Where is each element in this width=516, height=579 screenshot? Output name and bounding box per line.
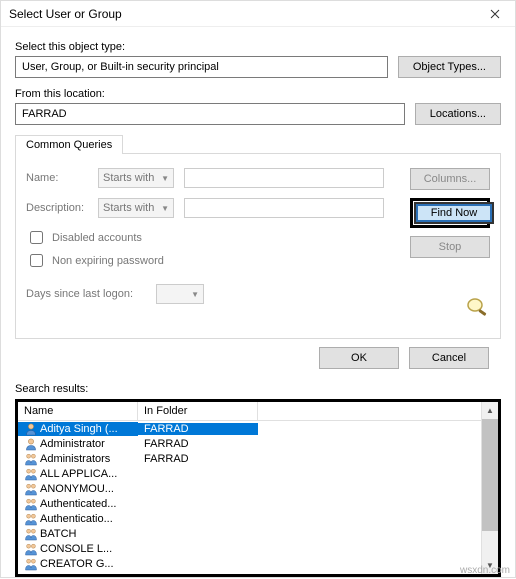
group-icon [24,452,38,466]
name-filter-label: Name: [26,172,88,184]
columns-button[interactable]: Columns... [410,168,490,190]
cancel-button[interactable]: Cancel [409,347,489,369]
table-row[interactable]: BATCH [18,526,481,541]
chevron-down-icon: ▼ [191,290,199,299]
result-name: Administrator [40,438,105,450]
search-icon [462,296,490,318]
scrollbar-thumb[interactable] [482,419,498,531]
result-name: BATCH [40,528,76,540]
locations-button[interactable]: Locations... [415,103,501,125]
table-row[interactable]: CONSOLE L... [18,541,481,556]
group-icon [24,512,38,526]
result-name: CONSOLE L... [40,543,112,555]
column-folder[interactable]: In Folder [138,402,258,420]
close-button[interactable] [475,1,515,27]
non-expiring-label: Non expiring password [52,255,164,267]
chevron-down-icon: ▼ [161,174,169,183]
table-row[interactable]: ANONYMOU... [18,481,481,496]
table-row[interactable]: ALL APPLICA... [18,466,481,481]
result-name: ALL APPLICA... [40,468,117,480]
table-row[interactable]: Aditya Singh (... FARRAD [18,421,481,436]
result-folder: FARRAD [138,423,258,435]
stop-button[interactable]: Stop [410,236,490,258]
scrollbar[interactable]: ▲ ▼ [481,402,498,574]
days-since-logon-combo[interactable]: ▼ [156,284,204,304]
table-row[interactable]: Authenticated... [18,496,481,511]
user-icon [24,422,38,436]
group-icon [24,467,38,481]
name-filter-input[interactable] [184,168,384,188]
location-field [15,103,405,125]
group-icon [24,497,38,511]
table-row[interactable]: Administrators FARRAD [18,451,481,466]
result-name: Aditya Singh (... [40,423,118,435]
group-icon [24,557,38,571]
user-icon [24,437,38,451]
name-match-combo[interactable]: Starts with▼ [98,168,174,188]
location-label: From this location: [15,88,501,100]
description-filter-input[interactable] [184,198,384,218]
table-row[interactable]: CREATOR G... [18,556,481,571]
search-results-list: Name In Folder Aditya Singh (...FARRADAd… [15,399,501,577]
result-folder: FARRAD [138,438,258,450]
object-type-field [15,56,388,78]
result-folder: FARRAD [138,453,258,465]
object-types-button[interactable]: Object Types... [398,56,501,78]
non-expiring-checkbox[interactable] [30,254,43,267]
group-icon [24,527,38,541]
titlebar: Select User or Group [1,1,515,27]
result-name: ANONYMOU... [40,483,114,495]
group-icon [24,482,38,496]
watermark: wsxdn.com [460,565,510,576]
ok-button[interactable]: OK [319,347,399,369]
description-filter-label: Description: [26,202,88,214]
result-name: Administrators [40,453,110,465]
disabled-accounts-checkbox[interactable] [30,231,43,244]
close-icon [490,9,500,19]
result-name: CREATOR G... [40,558,114,570]
disabled-accounts-label: Disabled accounts [52,232,142,244]
find-now-button[interactable]: Find Now [414,202,494,224]
table-header: Name In Folder [18,402,481,421]
scroll-up-icon[interactable]: ▲ [482,402,498,419]
dialog-select-user-or-group: Select User or Group Select this object … [0,0,516,578]
days-since-logon-label: Days since last logon: [26,288,146,300]
group-icon [24,542,38,556]
window-title: Select User or Group [9,7,122,21]
column-name[interactable]: Name [18,402,138,420]
object-type-label: Select this object type: [15,41,501,53]
tab-common-queries[interactable]: Common Queries [15,135,123,154]
chevron-down-icon: ▼ [161,204,169,213]
search-results-label: Search results: [1,383,515,399]
description-match-combo[interactable]: Starts with▼ [98,198,174,218]
result-name: Authenticated... [40,498,116,510]
result-name: Authenticatio... [40,513,113,525]
table-row[interactable]: Administrator FARRAD [18,436,481,451]
table-row[interactable]: Authenticatio... [18,511,481,526]
